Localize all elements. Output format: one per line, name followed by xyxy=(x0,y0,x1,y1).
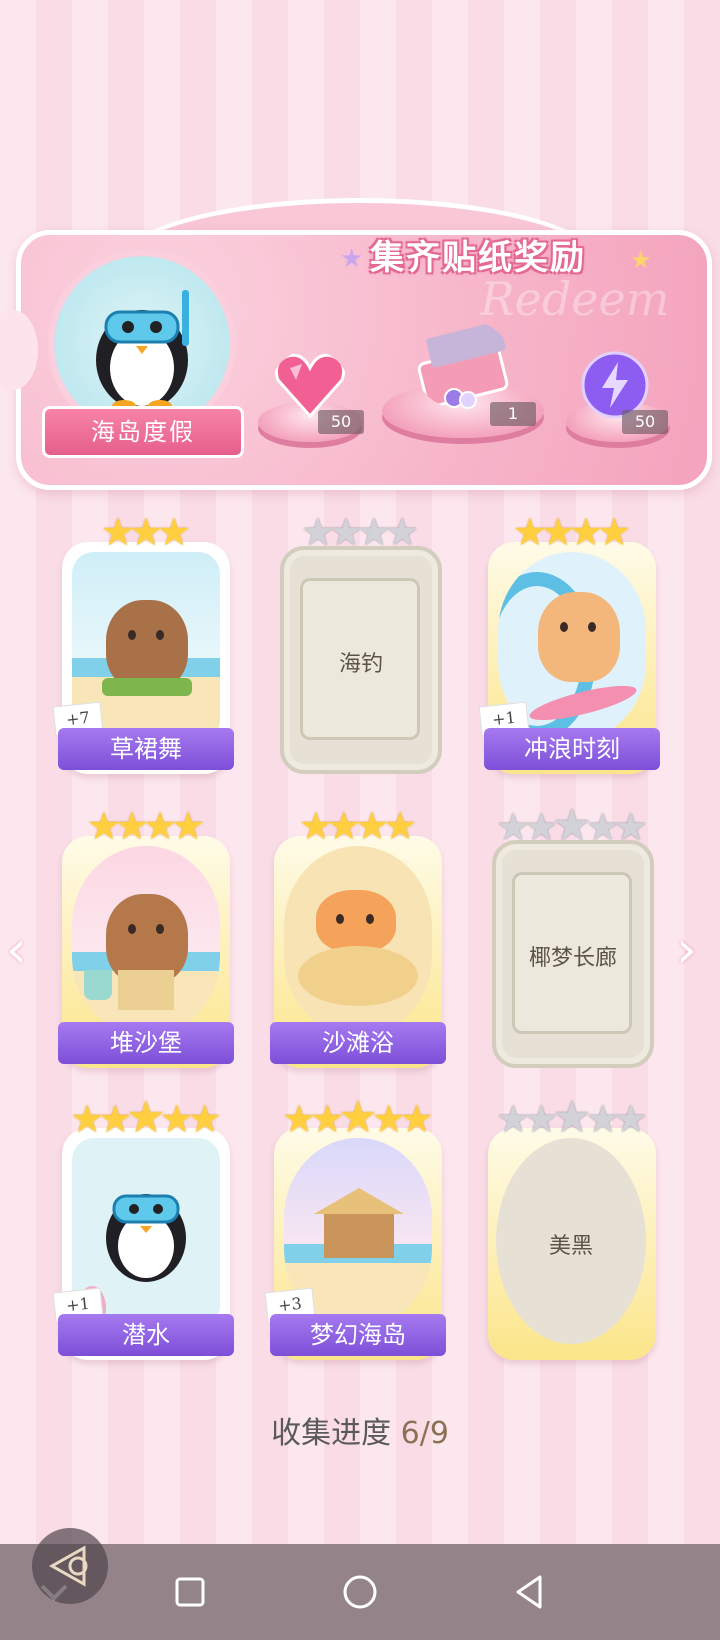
card-name: 堆沙堡 xyxy=(58,1022,234,1064)
star-rating: ★★★★★ xyxy=(62,1096,230,1141)
beach-hut-icon xyxy=(324,1208,394,1258)
sticker-card-coconut-corridor[interactable]: ★★★★★ 椰梦长廊 xyxy=(488,804,656,1068)
album-name-ribbon: 海岛度假 xyxy=(42,406,244,458)
star-icon: ★ xyxy=(157,510,192,554)
card-name: 椰梦长廊 xyxy=(528,946,617,971)
card-name: 沙滩浴 xyxy=(270,1022,446,1064)
star-rating: ★★★★ xyxy=(488,512,656,552)
banner-title: 集齐贴纸奖励 xyxy=(370,238,586,278)
sticker-card-dream-island[interactable]: ★★★★★ +3 梦幻海岛 xyxy=(264,1096,446,1360)
gift-box-icon[interactable] xyxy=(414,320,514,410)
collection-progress: 收集进度 6/9 xyxy=(0,1408,720,1452)
reward-quantity: 1 xyxy=(490,402,536,426)
star-decoration-icon: ★ xyxy=(630,246,652,274)
star-rating: ★★★★★ xyxy=(274,1096,442,1141)
star-icon: ★ xyxy=(171,804,206,848)
locked-card-frame: 海钓 xyxy=(280,546,442,774)
hamster-icon xyxy=(538,592,620,682)
card-artwork xyxy=(284,846,432,1036)
previous-page-arrow-icon[interactable]: ‹ xyxy=(6,920,27,980)
sticker-card-sandcastle[interactable]: ★★★★ 堆沙堡 xyxy=(58,806,234,1068)
star-icon: ★ xyxy=(383,804,418,848)
card-name: 美黑 xyxy=(548,1234,593,1259)
card-name: 潜水 xyxy=(58,1314,234,1356)
card-artwork xyxy=(72,846,220,1036)
progress-value: 6/9 xyxy=(400,1416,449,1451)
card-name: 海钓 xyxy=(338,652,383,677)
locked-card-frame: 美黑 xyxy=(496,1138,646,1344)
star-rating: ★★★★★ xyxy=(488,1096,656,1141)
star-rating: ★★★★ xyxy=(62,806,230,846)
star-rating: ★★★ xyxy=(62,512,230,552)
star-icon: ★ xyxy=(187,1097,222,1141)
back-icon[interactable] xyxy=(502,1564,558,1620)
card-name: 草裙舞 xyxy=(58,728,234,770)
progress-label: 收集进度 xyxy=(271,1416,392,1451)
sticker-card-sea-fishing[interactable]: ★★★★ 海钓 xyxy=(276,512,444,774)
star-icon: ★ xyxy=(597,510,632,554)
card-name: 冲浪时刻 xyxy=(484,728,660,770)
locked-card-frame: 椰梦长廊 xyxy=(492,840,654,1068)
recent-apps-icon[interactable] xyxy=(162,1564,218,1620)
next-page-arrow-icon[interactable]: › xyxy=(676,920,697,980)
floating-assistant-icon[interactable] xyxy=(32,1528,108,1604)
star-icon: ★ xyxy=(613,1097,648,1141)
sticker-card-diving[interactable]: ★★★★★ +1 潜水 xyxy=(52,1096,234,1360)
sticker-card-sunbathing[interactable]: ★★★★ 沙滩浴 xyxy=(270,806,446,1068)
reward-quantity: 50 xyxy=(622,410,668,434)
sticker-card-surfing-moment[interactable]: ★★★★ +1 冲浪时刻 xyxy=(478,512,660,774)
system-navigation-bar xyxy=(0,1544,720,1640)
sticker-card-hula-dance[interactable]: ★★★ +7 草裙舞 xyxy=(52,512,234,774)
star-rating: ★★★★ xyxy=(274,806,442,846)
star-icon: ★ xyxy=(399,1097,434,1141)
card-name: 梦幻海岛 xyxy=(270,1314,446,1356)
star-decoration-icon: ★ xyxy=(340,244,364,274)
reward-quantity: 50 xyxy=(318,410,364,434)
cat-icon xyxy=(316,890,396,952)
home-icon[interactable] xyxy=(332,1564,388,1620)
capybara-icon xyxy=(106,600,188,690)
sticker-card-tanning[interactable]: ★★★★★ 美黑 xyxy=(488,1096,656,1360)
